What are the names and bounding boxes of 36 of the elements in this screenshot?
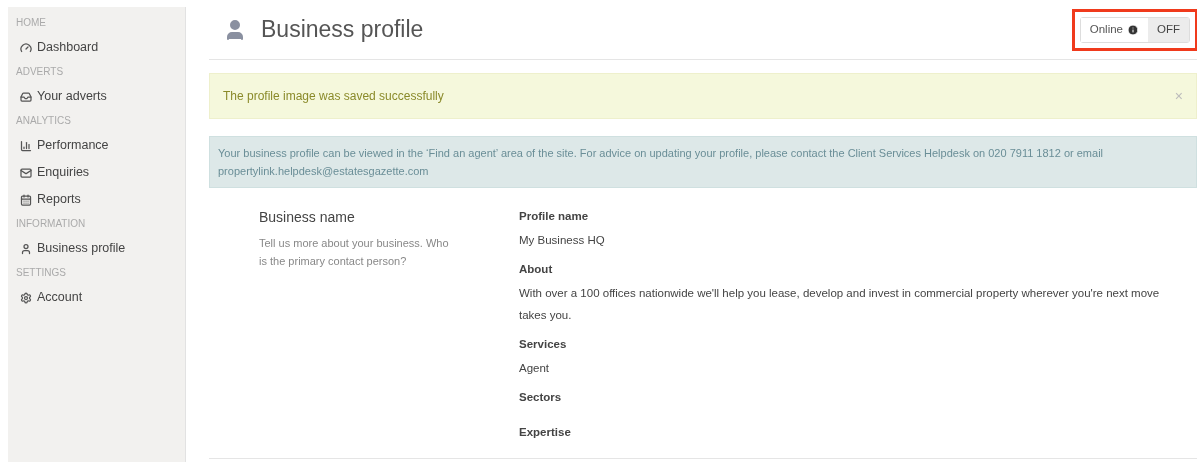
online-toggle[interactable]: Online OFF [1079,16,1190,43]
info-icon [1127,23,1139,36]
sidebar-item[interactable]: Business profile [8,235,185,262]
sidebar-item[interactable]: Your adverts [8,83,185,110]
field-label: Services [519,337,568,352]
bar-chart-icon [20,139,32,152]
user-icon [20,242,32,255]
section-heading: HOME [15,16,47,30]
sidebar-item[interactable]: Performance [8,132,185,159]
sidebar-item[interactable]: Reports [8,186,185,213]
field-value: Agent [519,361,551,376]
sidebar-item[interactable]: Account [8,284,185,311]
field-label: Profile name [519,209,590,224]
section-heading: ADVERTS [15,65,65,79]
toggle-value: OFF [1148,17,1189,42]
calendar-icon [20,193,32,206]
section-heading: INFORMATION [15,217,87,231]
gauge-icon [20,41,32,54]
inbox-icon [20,90,32,103]
toggle-label: Online [1089,21,1123,37]
section-title: Business name [259,208,356,227]
mail-icon [20,166,32,179]
section-heading: SETTINGS [15,266,67,280]
field-label: About [519,262,554,277]
alert-message: The profile image was saved successfully [223,88,444,105]
field-label: Sectors [519,390,563,405]
field-value: With over a 100 offices nationwide we'll help you lease, develop and invest in commercial property wherever you're next move takes you. [519,286,1161,323]
page-title: Business profile [261,15,424,45]
field-value: My Business HQ [519,233,606,248]
field-label: Expertise [519,425,572,440]
section-heading: ANALYTICS [15,114,72,128]
settings-icon [20,291,32,304]
sidebar-item[interactable]: Dashboard [8,34,185,61]
info-message: Your business profile can be viewed in the ‘Find an agent’ area of the site. For advice on updating your profile, please contact the Client Services Helpdesk on 020 7911 1812 or email propertylink.helpdesk@estatesgazette.com [218,147,1104,177]
sidebar-item[interactable]: Enquiries [8,159,185,186]
section-description: Tell us more about your business. Who is the primary contact person? [259,236,450,269]
